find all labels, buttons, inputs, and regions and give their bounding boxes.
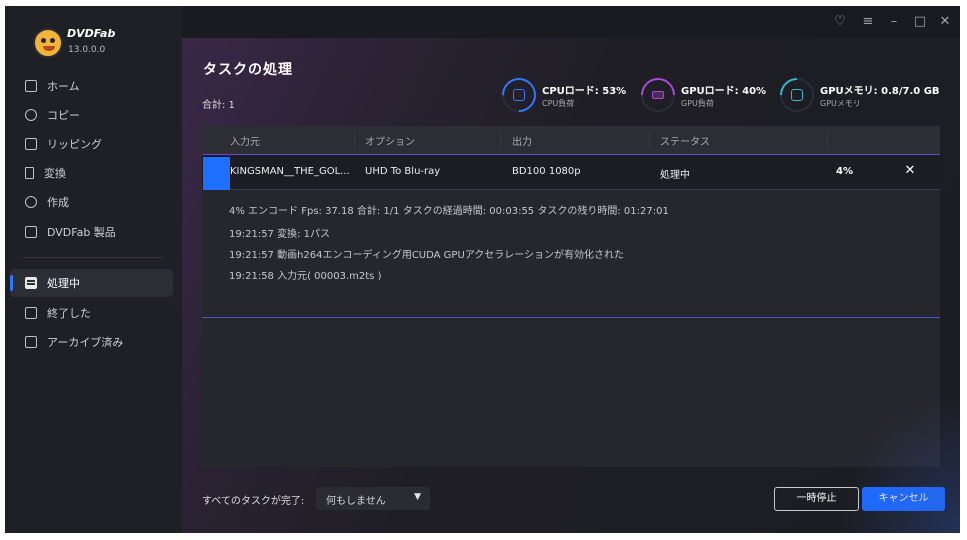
sidebar: DVDFab 13.0.0.0 ホーム コピー リッピング 変換 作成 DVDF…: [5, 6, 182, 533]
video-thumbnail: [203, 157, 230, 190]
after-completion-value: 何もしません: [326, 496, 386, 507]
finished-icon: [25, 307, 37, 319]
task-status: 処理中: [660, 170, 690, 181]
sidebar-item-archived[interactable]: アーカイブ済み: [10, 328, 173, 356]
caret-down-icon: ▼: [414, 492, 421, 502]
column-header-option: オプション: [365, 137, 415, 148]
task-log: 4% エンコード Fps: 37.18 合計: 1/1 タスクの経過時間: 00…: [202, 190, 940, 318]
page-title: タスクの処理: [203, 62, 293, 78]
app-window: DVDFab 13.0.0.0 ホーム コピー リッピング 変換 作成 DVDF…: [5, 6, 960, 533]
sidebar-item-label: DVDFab 製品: [47, 226, 116, 239]
main-panel: タスクの処理 合計: 1 CPUロード: 53% CPU負荷 GPUロード: 4…: [182, 38, 960, 533]
processing-icon: [25, 277, 37, 289]
sidebar-divider: [23, 257, 163, 258]
sidebar-item-label: コピー: [47, 109, 80, 122]
remove-task-icon[interactable]: ✕: [902, 163, 918, 179]
sidebar-item-finished[interactable]: 終了した: [10, 299, 173, 327]
gpu-memory-sub: GPUメモリ: [820, 99, 861, 108]
table-row[interactable]: KINGSMAN__THE_GOL... UHD To Blu-ray BD10…: [202, 154, 940, 190]
sidebar-item-creator[interactable]: 作成: [10, 188, 173, 216]
sidebar-item-label: 終了した: [47, 307, 91, 320]
sidebar-item-label: ホーム: [47, 80, 80, 93]
sidebar-item-label: 処理中: [47, 277, 80, 290]
theme-icon[interactable]: ♡: [832, 14, 848, 29]
column-divider: [500, 132, 501, 148]
maximize-icon[interactable]: □: [912, 14, 928, 29]
task-option: UHD To Blu-ray: [365, 166, 441, 177]
sidebar-item-label: 作成: [47, 196, 69, 209]
task-total: 合計: 1: [202, 100, 235, 111]
sidebar-item-copy[interactable]: コピー: [10, 101, 173, 129]
home-icon: [25, 80, 37, 92]
cancel-button[interactable]: キャンセル: [862, 487, 945, 511]
ripper-icon: [25, 138, 37, 150]
gpu-load-label: GPUロード: 40%: [681, 86, 767, 97]
after-completion-select[interactable]: 何もしません ▼: [316, 487, 430, 510]
column-header-source: 入力元: [230, 137, 260, 148]
gpu-icon: [652, 91, 664, 99]
sidebar-item-products[interactable]: DVDFab 製品: [10, 218, 173, 246]
minimize-icon[interactable]: –: [886, 14, 902, 29]
creator-icon: [25, 196, 37, 208]
product-icon: [25, 226, 37, 238]
close-icon[interactable]: ✕: [937, 14, 953, 29]
cpu-load-sub: CPU負荷: [542, 99, 575, 108]
sidebar-item-ripper[interactable]: リッピング: [10, 130, 173, 158]
title-bar: ♡ ≡ – □ ✕: [182, 6, 960, 38]
task-table: 入力元 オプション 出力 ステータス KINGSMAN__THE_GOL... …: [202, 126, 940, 467]
gpu-load-sub: GPU負荷: [681, 99, 714, 108]
column-divider: [649, 132, 650, 148]
copy-icon: [25, 109, 37, 121]
gpu-memory-label: GPUメモリ: 0.8/7.0 GB: [820, 86, 940, 97]
archive-icon: [25, 336, 37, 348]
column-divider: [354, 132, 355, 148]
log-line: 19:21:58 入力元( 00003.m2ts ): [229, 271, 382, 282]
task-progress: 4%: [836, 166, 853, 177]
cpu-load-label: CPUロード: 53%: [542, 86, 627, 97]
sidebar-item-label: リッピング: [47, 138, 102, 151]
log-line: 19:21:57 動画h264エンコーディング用CUDA GPUアクセラレーショ…: [229, 250, 625, 261]
column-header-output: 出力: [512, 137, 532, 148]
sidebar-item-label: アーカイブ済み: [47, 336, 124, 349]
cpu-icon: [513, 89, 525, 101]
menu-icon[interactable]: ≡: [860, 14, 876, 29]
sidebar-item-processing[interactable]: 処理中: [10, 269, 173, 297]
column-divider: [827, 132, 828, 148]
log-line: 4% エンコード Fps: 37.18 合計: 1/1 タスクの経過時間: 00…: [229, 206, 669, 217]
log-line: 19:21:57 変換: 1パス: [229, 229, 331, 240]
dvdfab-logo-icon: [33, 28, 63, 58]
app-version: 13.0.0.0: [68, 45, 106, 55]
sidebar-item-converter[interactable]: 変換: [10, 159, 173, 187]
sidebar-item-home[interactable]: ホーム: [10, 72, 173, 100]
converter-icon: [25, 167, 34, 179]
task-output: BD100 1080p: [512, 166, 581, 177]
brand-name: DVDFab: [67, 27, 116, 40]
pause-button[interactable]: 一時停止: [774, 487, 859, 511]
task-source: KINGSMAN__THE_GOL...: [230, 166, 350, 177]
table-header: 入力元 オプション 出力 ステータス: [202, 126, 940, 154]
memory-chip-icon: [791, 89, 803, 101]
column-header-status: ステータス: [660, 137, 710, 148]
after-completion-label: すべてのタスクが完了:: [202, 496, 305, 507]
sidebar-item-label: 変換: [44, 167, 66, 180]
